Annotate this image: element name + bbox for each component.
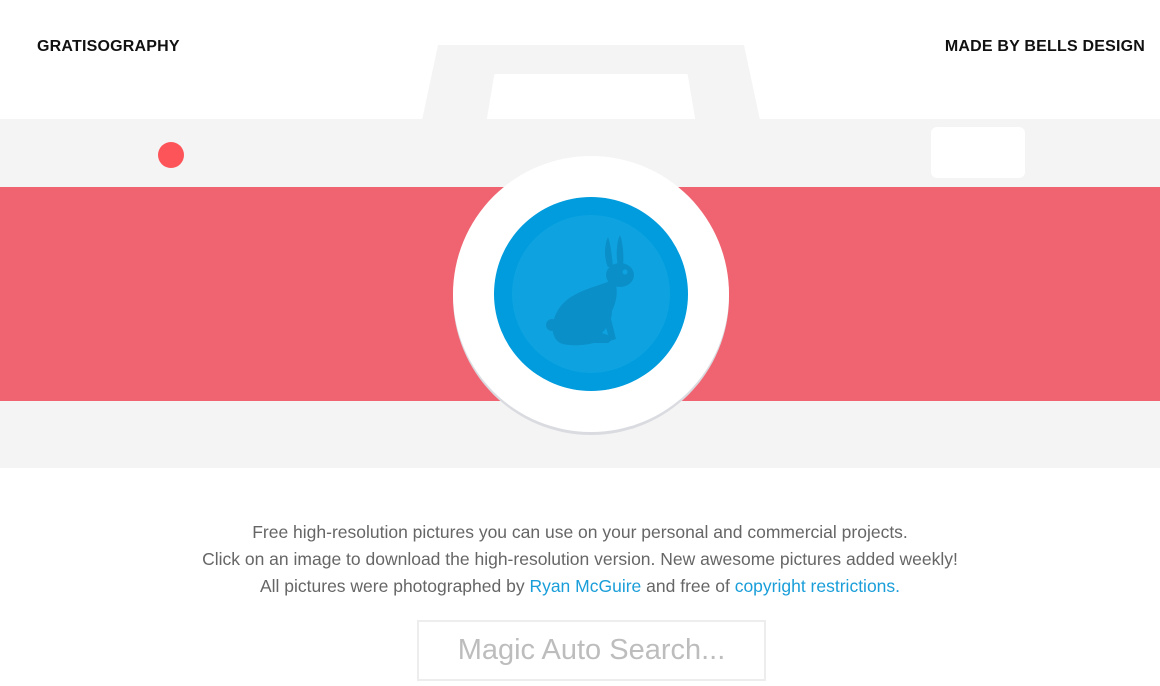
made-by-link[interactable]: MADE BY BELLS DESIGN	[945, 38, 1145, 56]
viewfinder	[931, 127, 1025, 178]
brand-link[interactable]: GRATISOGRAPHY	[37, 38, 180, 56]
camera-top-cutout	[486, 74, 696, 124]
search-input[interactable]	[419, 622, 764, 679]
intro-line-3-prefix: All pictures were photographed by	[259, 576, 530, 596]
intro-line-3-middle: and free of	[641, 576, 735, 596]
page: GRATISOGRAPHY MADE BY BELLS DESIGN Free …	[0, 0, 1160, 686]
intro-line-2: Click on an image to download the high-r…	[202, 549, 958, 569]
copyright-link[interactable]: copyright restrictions.	[735, 576, 900, 596]
intro-line-1: Free high-resolution pictures you can us…	[252, 522, 908, 542]
intro-text: Free high-resolution pictures you can us…	[0, 519, 1160, 600]
intro-line-3: All pictures were photographed by Ryan M…	[0, 573, 1160, 600]
indicator-light	[158, 142, 184, 168]
photographer-link[interactable]: Ryan McGuire	[529, 576, 641, 596]
lens-inner	[512, 215, 670, 373]
rabbit-icon	[546, 235, 634, 346]
search-box	[417, 620, 766, 681]
